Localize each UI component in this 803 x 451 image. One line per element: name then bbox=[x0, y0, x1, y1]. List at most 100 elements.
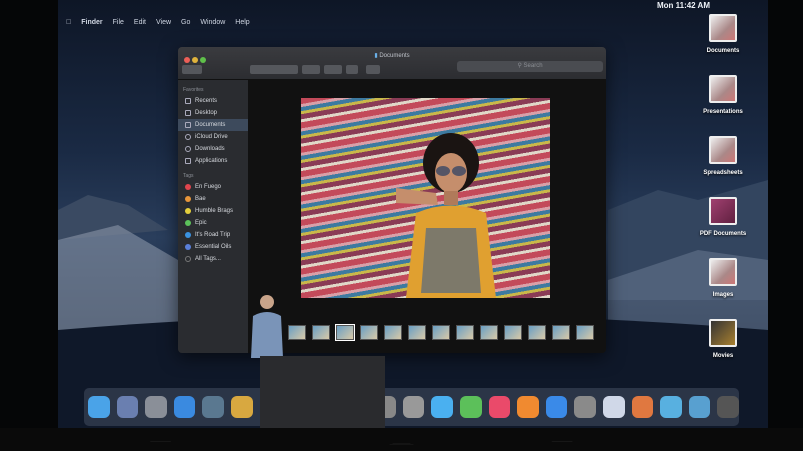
tag-dot-icon bbox=[185, 208, 191, 214]
thumbnail[interactable] bbox=[408, 325, 426, 340]
thumbnail[interactable] bbox=[360, 325, 378, 340]
sidebar-label: Epic bbox=[195, 220, 207, 226]
desktop-stack-documents[interactable]: Documents bbox=[688, 10, 758, 71]
thumbnail[interactable] bbox=[432, 325, 450, 340]
sidebar-label: Desktop bbox=[195, 110, 218, 116]
stack-icon bbox=[709, 197, 737, 225]
stack-label: Presentations bbox=[703, 109, 743, 115]
thumbnail[interactable] bbox=[576, 325, 594, 340]
stack-icon bbox=[709, 319, 737, 347]
download-icon bbox=[185, 146, 191, 152]
stack-label: Images bbox=[712, 292, 734, 298]
sidebar-tag-humble-brags[interactable]: Humble Brags bbox=[178, 205, 248, 217]
sidebar-item-recents[interactable]: Recents bbox=[178, 95, 248, 107]
tag-dot-icon bbox=[185, 184, 191, 190]
sidebar-label: En Fuego bbox=[195, 184, 222, 190]
thumbnail[interactable] bbox=[552, 325, 570, 340]
sidebar-item-applications[interactable]: Applications bbox=[178, 155, 248, 167]
menu-edit[interactable]: Edit bbox=[134, 19, 146, 26]
dock-app-icon[interactable] bbox=[202, 396, 225, 418]
dock-app-icon[interactable] bbox=[717, 396, 740, 418]
desktop-stack-movies[interactable]: Movies bbox=[688, 315, 758, 376]
dock-app-icon[interactable] bbox=[631, 396, 654, 418]
tag-dot-icon bbox=[185, 232, 191, 238]
thumbnail[interactable] bbox=[528, 325, 546, 340]
search-field[interactable]: ⚲ Search bbox=[457, 61, 603, 72]
thumbnail[interactable] bbox=[312, 325, 330, 340]
sidebar: Favorites Recents Desktop Documents iClo… bbox=[178, 80, 248, 353]
tag-dot-icon bbox=[185, 196, 191, 202]
presenter bbox=[251, 295, 283, 358]
apple-menu-icon[interactable]:  bbox=[66, 19, 71, 26]
dock-app-icon[interactable] bbox=[517, 396, 539, 418]
thumbnail[interactable] bbox=[504, 325, 522, 340]
sidebar-tag-epic[interactable]: Epic bbox=[178, 217, 248, 229]
sidebar-tag-road-trip[interactable]: It's Road Trip bbox=[178, 229, 248, 241]
dock-app-icon[interactable] bbox=[488, 396, 511, 418]
action-button[interactable] bbox=[324, 65, 342, 74]
sidebar-tag-essential-oils[interactable]: Essential Oils bbox=[178, 241, 248, 253]
tags-header: Tags bbox=[183, 173, 194, 179]
thumbnail-selected[interactable] bbox=[335, 324, 355, 341]
dock-app-icon[interactable] bbox=[545, 396, 568, 418]
search-placeholder: Search bbox=[523, 63, 543, 69]
stack-icon bbox=[709, 14, 737, 42]
gallery-preview-image[interactable] bbox=[301, 98, 550, 298]
tag-dot-icon bbox=[185, 220, 191, 226]
thumbnail[interactable] bbox=[480, 325, 498, 340]
share-button[interactable] bbox=[346, 65, 358, 74]
menubar-clock[interactable]: Mon 11:42 AM bbox=[657, 1, 710, 10]
sidebar-tag-en-fuego[interactable]: En Fuego bbox=[178, 181, 248, 193]
menu-finder[interactable]: Finder bbox=[81, 19, 102, 26]
back-forward-buttons[interactable] bbox=[182, 65, 202, 74]
dock-app-icon[interactable] bbox=[602, 396, 625, 418]
dock-app-icon[interactable] bbox=[402, 396, 425, 418]
sidebar-label: Documents bbox=[195, 122, 226, 128]
stack-label: PDF Documents bbox=[699, 231, 747, 237]
thumbnail[interactable] bbox=[384, 325, 402, 340]
sidebar-tag-bae[interactable]: Bae bbox=[178, 193, 248, 205]
desktop-stack-spreadsheets[interactable]: Spreadsheets bbox=[688, 132, 758, 193]
stack-label: Documents bbox=[706, 48, 740, 54]
desktop-stack-pdf-documents[interactable]: PDF Documents bbox=[688, 193, 758, 254]
sidebar-label: All Tags... bbox=[195, 256, 221, 262]
stack-icon bbox=[709, 136, 737, 164]
portrait-photo bbox=[396, 133, 496, 298]
desktop-stack-presentations[interactable]: Presentations bbox=[688, 71, 758, 132]
sidebar-all-tags[interactable]: All Tags... bbox=[178, 253, 248, 265]
dock-app-icon[interactable] bbox=[688, 396, 711, 418]
tags-button[interactable] bbox=[366, 65, 380, 74]
dock-app-icon[interactable] bbox=[173, 396, 196, 418]
dock-app-icon[interactable] bbox=[574, 396, 596, 418]
dock-app-icon[interactable] bbox=[431, 396, 453, 418]
sidebar-item-icloud-drive[interactable]: iCloud Drive bbox=[178, 131, 248, 143]
desktop-stack-images[interactable]: Images bbox=[688, 254, 758, 315]
window-title: ▮ Documents bbox=[178, 52, 606, 59]
sidebar-item-downloads[interactable]: Downloads bbox=[178, 143, 248, 155]
applications-icon bbox=[185, 158, 191, 164]
dock-app-icon[interactable] bbox=[231, 396, 253, 418]
thumbnail[interactable] bbox=[456, 325, 474, 340]
menu-go[interactable]: Go bbox=[181, 19, 190, 26]
finder-toolbar: ▮ Documents ⚲ Search bbox=[178, 47, 606, 80]
sidebar-label: iCloud Drive bbox=[195, 134, 228, 140]
menu-file[interactable]: File bbox=[113, 19, 124, 26]
dock bbox=[84, 388, 740, 426]
dock-app-icon[interactable] bbox=[88, 396, 110, 418]
dock-app-icon[interactable] bbox=[116, 396, 139, 418]
menu-help[interactable]: Help bbox=[235, 19, 249, 26]
dock-app-icon[interactable] bbox=[660, 396, 682, 418]
dock-app-icon[interactable] bbox=[459, 396, 482, 418]
menu-view[interactable]: View bbox=[156, 19, 171, 26]
group-button[interactable] bbox=[302, 65, 320, 74]
thumbnail[interactable] bbox=[288, 325, 306, 340]
podium bbox=[260, 356, 385, 434]
sidebar-label: Essential Oils bbox=[195, 244, 232, 250]
view-mode-buttons[interactable] bbox=[250, 65, 298, 74]
menu-window[interactable]: Window bbox=[200, 19, 225, 26]
sidebar-item-documents[interactable]: Documents bbox=[178, 119, 248, 131]
dock-app-icon[interactable] bbox=[145, 396, 167, 418]
folder-icon: ▮ bbox=[374, 53, 378, 59]
sidebar-label: Downloads bbox=[195, 146, 225, 152]
sidebar-item-desktop[interactable]: Desktop bbox=[178, 107, 248, 119]
